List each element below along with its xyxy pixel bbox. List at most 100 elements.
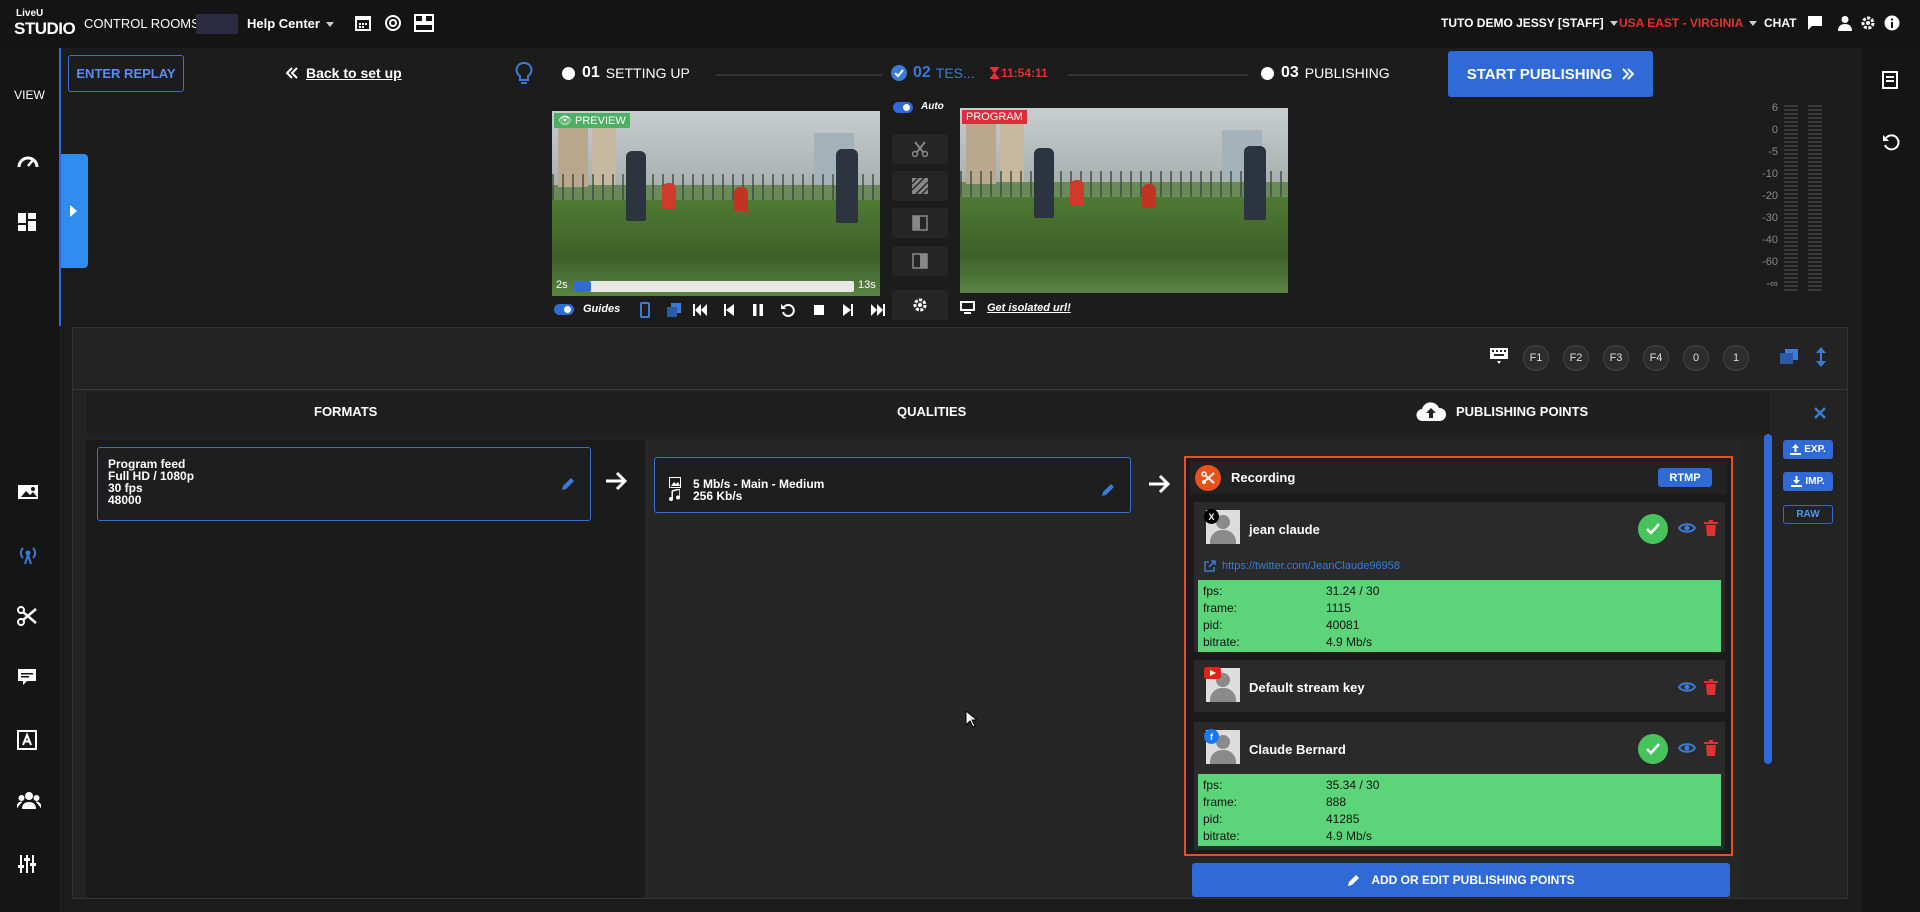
enter-replay-button[interactable]: ENTER REPLAY [68, 55, 184, 92]
step-forward-icon[interactable] [843, 304, 853, 316]
close-icon[interactable] [1813, 406, 1827, 420]
scrollbar-thumb[interactable] [1764, 434, 1772, 764]
text-overlay-icon[interactable] [17, 730, 41, 754]
quality-card[interactable]: 5 Mb/s - Main - Medium 256 Kb/s [654, 457, 1131, 513]
calendar-icon[interactable] [354, 14, 372, 32]
publishing-point-name: Claude Bernard [1249, 742, 1346, 757]
help-center-menu[interactable]: Help Center [247, 16, 334, 31]
raw-button[interactable]: RAW [1783, 505, 1833, 524]
info-icon[interactable] [1884, 15, 1900, 31]
view-label[interactable]: VIEW [0, 88, 59, 108]
trash-icon[interactable] [1704, 679, 1718, 695]
pencil-edit-icon[interactable] [1100, 482, 1116, 498]
dashboard-grid-icon[interactable] [17, 212, 41, 236]
cut-transition-button[interactable] [892, 134, 948, 164]
eye-icon[interactable] [1678, 522, 1696, 534]
shortcut-key[interactable]: 1 [1723, 345, 1749, 371]
layout-icon[interactable] [414, 14, 434, 32]
skip-forward-icon[interactable] [871, 304, 885, 316]
preview-progress-bar[interactable] [574, 281, 854, 292]
pencil-edit-icon[interactable] [560, 476, 576, 492]
program-video[interactable]: PROGRAM [960, 108, 1288, 293]
panel-divider [73, 389, 1847, 390]
keyboard-icon[interactable] [1489, 347, 1509, 365]
qualities-heading: QUALITIES [897, 404, 967, 419]
replay-icon[interactable] [781, 303, 795, 317]
lifebuoy-icon[interactable] [384, 14, 402, 32]
wipe-icon [912, 215, 928, 231]
program-badge: PROGRAM [962, 110, 1027, 124]
meter-tick-label: -40 [1762, 234, 1778, 246]
guides-toggle[interactable] [554, 304, 574, 315]
eye-icon[interactable] [1678, 681, 1696, 693]
trash-icon[interactable] [1704, 740, 1718, 756]
eye-icon[interactable] [1678, 742, 1696, 754]
app-logo[interactable]: LiveU STUDIO [14, 8, 76, 40]
stat-value: 40081 [1326, 617, 1360, 632]
rtmp-badge[interactable]: RTMP [1658, 468, 1712, 487]
region-menu[interactable]: USA EAST - VIRGINIA [1619, 16, 1758, 30]
push-transition-button[interactable] [892, 246, 948, 276]
copy-icon[interactable] [1780, 349, 1798, 365]
mobile-icon[interactable] [640, 302, 650, 318]
auto-toggle[interactable] [893, 102, 913, 113]
import-button[interactable]: IMP. [1783, 472, 1833, 491]
export-button[interactable]: EXP. [1783, 440, 1833, 459]
publishing-point-url-link[interactable]: https://twitter.com/JeanClaude96958 [1204, 560, 1400, 572]
drawer-toggle-button[interactable] [61, 154, 88, 268]
stop-icon[interactable] [814, 305, 824, 315]
shortcut-key[interactable]: F4 [1643, 345, 1669, 371]
facebook-icon: f [1204, 729, 1219, 744]
captions-icon[interactable] [17, 668, 41, 692]
shortcut-keys: F1 F2 F3 F4 0 1 [1523, 345, 1749, 371]
import-label: IMP. [1805, 476, 1825, 487]
stat-value: 31.24 / 30 [1326, 583, 1380, 598]
undo-history-icon[interactable] [1882, 133, 1900, 151]
wipe-transition-button[interactable] [892, 208, 948, 238]
start-publishing-button[interactable]: START PUBLISHING [1448, 51, 1653, 97]
gear-icon[interactable] [1860, 15, 1876, 31]
message-icon[interactable] [1807, 15, 1823, 31]
back-to-setup-link[interactable]: Back to set up [286, 65, 402, 81]
mix-transition-button[interactable] [892, 171, 948, 201]
vertical-resize-icon[interactable] [1816, 347, 1826, 367]
isolated-url-link[interactable]: Get isolated url! [960, 301, 1071, 314]
broadcast-antenna-icon[interactable] [17, 545, 41, 569]
step-back-icon[interactable] [724, 304, 734, 316]
preview-video[interactable]: 👁 PREVIEW 2s 13s [552, 111, 880, 296]
quality-audio: 256 Kb/s [693, 489, 743, 503]
shortcut-key[interactable]: F3 [1603, 345, 1629, 371]
transition-settings-button[interactable] [892, 290, 948, 320]
step-connector [716, 74, 882, 76]
shortcut-key[interactable]: F2 [1563, 345, 1589, 371]
mixer-sliders-icon[interactable] [17, 854, 41, 878]
add-or-edit-publishing-points-button[interactable]: ADD OR EDIT PUBLISHING POINTS [1192, 863, 1730, 897]
step-publishing[interactable]: 03 PUBLISHING [1261, 64, 1390, 82]
user-icon[interactable] [1837, 15, 1853, 31]
pause-icon[interactable] [753, 304, 763, 316]
step1-label: SETTING UP [605, 65, 690, 81]
control-rooms-link[interactable]: CONTROL ROOMS [84, 16, 200, 31]
camera-icon[interactable] [17, 483, 41, 507]
step-setting-up[interactable]: 01 SETTING UP [562, 64, 690, 82]
trash-icon[interactable] [1704, 520, 1718, 536]
skip-back-icon[interactable] [693, 304, 707, 316]
stat-row: frame: 1115 [1198, 599, 1721, 616]
meter-tick-label: -60 [1762, 256, 1778, 268]
dashboard-gauge-icon[interactable] [17, 151, 41, 175]
stat-key: bitrate: [1203, 634, 1240, 649]
lightbulb-icon[interactable] [515, 62, 533, 86]
shortcut-key[interactable]: 0 [1683, 345, 1709, 371]
check-status-icon [1638, 514, 1668, 544]
scissors-icon[interactable] [17, 606, 41, 630]
notes-icon[interactable] [1882, 71, 1898, 89]
guests-group-icon[interactable] [17, 791, 41, 815]
shortcut-key[interactable]: F1 [1523, 345, 1549, 371]
chat-link[interactable]: CHAT [1764, 16, 1796, 30]
step-testing[interactable]: 02 TES... [891, 64, 975, 82]
user-menu[interactable]: TUTO DEMO JESSY [STAFF] [1441, 16, 1618, 30]
copy-icon[interactable] [667, 303, 681, 317]
preview-label: PREVIEW [575, 115, 626, 127]
format-card[interactable]: Program feed Full HD / 1080p 30 fps 4800… [97, 447, 591, 521]
mix-icon [912, 178, 928, 194]
